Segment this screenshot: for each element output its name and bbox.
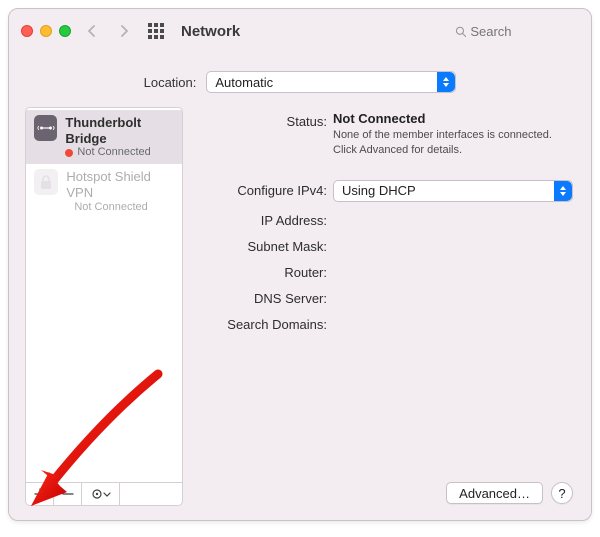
search-field[interactable] [449,20,579,42]
search-domains-row: Search Domains: [193,314,573,332]
status-hint: None of the member interfaces is connect… [333,128,573,158]
subnet-label: Subnet Mask: [193,236,333,254]
config-ipv4-row: Configure IPv4: Using DHCP [193,180,573,202]
popup-arrows-icon [554,181,572,201]
zoom-window-button[interactable] [59,25,71,37]
service-actions-button[interactable] [82,483,120,505]
location-value: Automatic [215,75,273,90]
router-row: Router: [193,262,573,280]
window-controls [21,25,71,37]
config-ipv4-value: Using DHCP [342,183,416,198]
lock-icon [34,169,58,195]
location-label: Location: [144,75,197,90]
router-label: Router: [193,262,333,280]
status-row: Status: Not Connected None of the member… [193,111,573,158]
minus-icon [62,488,74,500]
back-button[interactable] [81,20,103,42]
actions-row: Advanced… ? [193,482,573,506]
thunderbolt-icon [34,115,57,141]
service-status: Not Connected [65,146,174,159]
remove-service-button[interactable] [54,483,82,505]
ip-address-label: IP Address: [193,210,333,228]
service-name: Thunderbolt Bridge [65,115,174,146]
service-status: Not Connected [74,201,174,214]
status-label: Status: [193,111,333,129]
help-button[interactable]: ? [551,482,573,504]
service-item-thunderbolt[interactable]: Thunderbolt Bridge Not Connected [26,110,182,164]
details-pane: Status: Not Connected None of the member… [193,107,575,506]
titlebar: Network [9,9,591,53]
popup-arrows-icon [437,72,455,92]
dns-label: DNS Server: [193,288,333,306]
services-list: Thunderbolt Bridge Not Connected Hotspot… [26,108,182,482]
dns-row: DNS Server: [193,288,573,306]
preferences-window: Network Location: Automatic Thunderbolt … [8,8,592,521]
search-input[interactable] [470,24,573,39]
gear-dropdown-icon [91,488,111,500]
forward-button[interactable] [113,20,135,42]
search-domains-label: Search Domains: [193,314,333,332]
services-toolbar [26,482,182,505]
subnet-row: Subnet Mask: [193,236,573,254]
location-row: Location: Automatic [9,53,591,107]
search-icon [455,25,466,38]
config-ipv4-popup[interactable]: Using DHCP [333,180,573,202]
advanced-button[interactable]: Advanced… [446,482,543,504]
services-sidebar: Thunderbolt Bridge Not Connected Hotspot… [25,107,183,506]
service-item-vpn[interactable]: Hotspot Shield VPN Not Connected [26,164,182,218]
grid-icon [148,23,164,39]
config-ipv4-label: Configure IPv4: [193,180,333,198]
show-all-button[interactable] [145,20,167,42]
add-service-button[interactable] [26,483,54,505]
ip-address-row: IP Address: [193,210,573,228]
main-content: Thunderbolt Bridge Not Connected Hotspot… [9,107,591,520]
close-window-button[interactable] [21,25,33,37]
status-dot-icon [65,149,73,157]
minimize-window-button[interactable] [40,25,52,37]
status-value: Not Connected [333,111,573,126]
page-title: Network [181,23,240,40]
service-name: Hotspot Shield VPN [66,169,174,200]
location-popup[interactable]: Automatic [206,71,456,93]
plus-icon [34,488,46,500]
